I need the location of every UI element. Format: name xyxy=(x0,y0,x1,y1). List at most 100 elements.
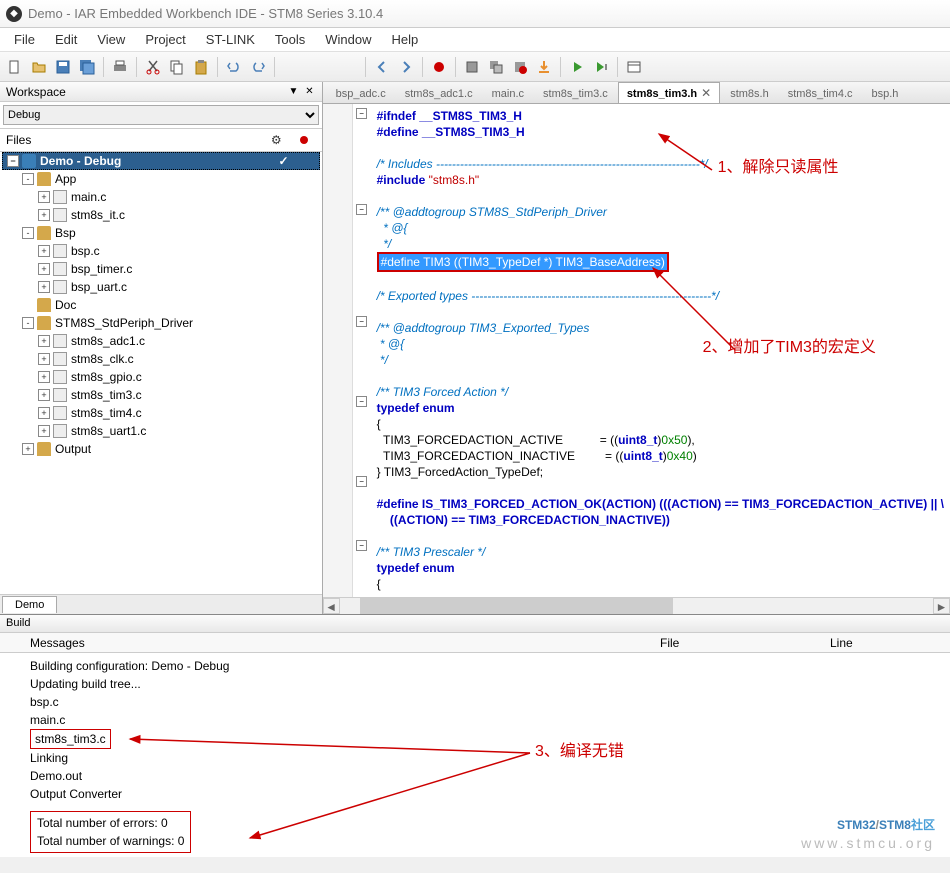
redo-icon[interactable] xyxy=(247,56,269,78)
menu-stlink[interactable]: ST-LINK xyxy=(196,29,265,50)
tree-item[interactable]: +main.c xyxy=(2,188,320,206)
tree-item[interactable]: -App xyxy=(2,170,320,188)
breakpoint-icon[interactable] xyxy=(428,56,450,78)
tree-item[interactable]: +stm8s_tim3.c xyxy=(2,386,320,404)
tree-item[interactable]: +bsp_timer.c xyxy=(2,260,320,278)
save-all-icon[interactable] xyxy=(76,56,98,78)
menu-edit[interactable]: Edit xyxy=(45,29,87,50)
toggle-icon[interactable]: + xyxy=(38,335,50,347)
print-icon[interactable] xyxy=(109,56,131,78)
options-icon[interactable] xyxy=(623,56,645,78)
tree-item[interactable]: - STM8S_StdPeriph_Driver xyxy=(2,314,320,332)
tree-item[interactable]: +stm8s_tim4.c xyxy=(2,404,320,422)
gear-icon[interactable]: ⚙ xyxy=(271,133,282,147)
toggle-icon[interactable]: + xyxy=(38,245,50,257)
toolbar xyxy=(0,52,950,82)
build2-icon[interactable] xyxy=(485,56,507,78)
toggle-icon[interactable]: + xyxy=(38,209,50,221)
debug-nodownload-icon[interactable] xyxy=(590,56,612,78)
editor-tab[interactable]: stm8s_tim4.c xyxy=(779,84,862,103)
new-file-icon[interactable] xyxy=(4,56,26,78)
menu-window[interactable]: Window xyxy=(315,29,381,50)
tree-label: STM8S_StdPeriph_Driver xyxy=(55,316,193,330)
tree-item[interactable]: +Output xyxy=(2,440,320,458)
build-msg: bsp.c xyxy=(30,693,920,711)
app-icon: ◆ xyxy=(6,6,22,22)
file-icon xyxy=(53,262,67,276)
menu-help[interactable]: Help xyxy=(382,29,429,50)
folder-icon xyxy=(37,226,51,240)
tree-item[interactable]: Doc xyxy=(2,296,320,314)
build-icon[interactable] xyxy=(461,56,483,78)
build-columns: Messages File Line xyxy=(0,633,950,653)
workspace-tab[interactable]: Demo xyxy=(2,596,57,613)
stop-build-icon[interactable] xyxy=(509,56,531,78)
editor-tab[interactable]: stm8s.h xyxy=(721,84,778,103)
fold-gutter[interactable]: − − − − − − xyxy=(353,104,371,597)
folder-icon xyxy=(37,442,51,456)
tree-item[interactable]: +stm8s_clk.c xyxy=(2,350,320,368)
build-msg: Linking xyxy=(30,749,920,767)
toggle-icon[interactable]: + xyxy=(38,425,50,437)
file-tree[interactable]: − Demo - Debug ✓ -App+main.c+stm8s_it.c-… xyxy=(0,152,322,594)
toggle-icon[interactable]: - xyxy=(22,317,34,329)
toggle-icon[interactable]: + xyxy=(38,353,50,365)
editor-tab[interactable]: stm8s_adc1.c xyxy=(396,84,482,103)
tree-root[interactable]: − Demo - Debug ✓ xyxy=(2,152,320,170)
editor-tab[interactable]: bsp.h xyxy=(863,84,908,103)
editor-tab[interactable]: main.c xyxy=(483,84,533,103)
tree-item[interactable]: + stm8s_adc1.c xyxy=(2,332,320,350)
tree-item[interactable]: +stm8s_it.c xyxy=(2,206,320,224)
menu-tools[interactable]: Tools xyxy=(265,29,315,50)
toggle-icon[interactable]: + xyxy=(38,263,50,275)
menu-file[interactable]: File xyxy=(4,29,45,50)
folder-icon xyxy=(37,298,51,312)
toggle-icon[interactable]: + xyxy=(38,389,50,401)
tree-item[interactable]: + bsp.c xyxy=(2,242,320,260)
cut-icon[interactable] xyxy=(142,56,164,78)
horizontal-scrollbar[interactable]: ◄► xyxy=(323,597,950,614)
toggle-icon[interactable] xyxy=(22,299,34,311)
tree-item[interactable]: + stm8s_uart1.c xyxy=(2,422,320,440)
tree-item[interactable]: +bsp_uart.c xyxy=(2,278,320,296)
file-icon xyxy=(53,406,67,420)
tree-item[interactable]: + stm8s_gpio.c xyxy=(2,368,320,386)
toggle-icon[interactable]: - xyxy=(22,227,34,239)
paste-icon[interactable] xyxy=(190,56,212,78)
panel-controls[interactable]: ▼ ✕ xyxy=(289,86,316,97)
debug-icon[interactable] xyxy=(566,56,588,78)
nav-fwd-icon[interactable] xyxy=(395,56,417,78)
save-icon[interactable] xyxy=(52,56,74,78)
tree-label: bsp.c xyxy=(71,244,100,258)
tree-label: stm8s_uart1.c xyxy=(71,424,146,438)
tree-label: stm8s_adc1.c xyxy=(71,334,145,348)
toggle-icon[interactable]: + xyxy=(38,407,50,419)
highlighted-define[interactable]: #define TIM3 ((TIM3_TypeDef *) TIM3_Base… xyxy=(377,252,669,272)
copy-icon[interactable] xyxy=(166,56,188,78)
project-icon xyxy=(22,154,36,168)
close-icon[interactable]: ✕ xyxy=(701,86,711,100)
menu-view[interactable]: View xyxy=(87,29,135,50)
toggle-icon[interactable]: - xyxy=(22,173,34,185)
config-select[interactable]: Debug xyxy=(3,105,319,125)
toggle-icon[interactable]: + xyxy=(38,281,50,293)
editor-tab[interactable]: stm8s_tim3.c xyxy=(534,84,617,103)
nav-back-icon[interactable] xyxy=(371,56,393,78)
download-icon[interactable] xyxy=(533,56,555,78)
file-icon xyxy=(53,208,67,222)
code-content[interactable]: #ifndef __STM8S_TIM3_H #define __STM8S_T… xyxy=(371,104,950,597)
code-editor[interactable]: − − − − − − #ifndef __STM8S_TIM3_H #defi… xyxy=(323,104,950,597)
open-icon[interactable] xyxy=(28,56,50,78)
undo-icon[interactable] xyxy=(223,56,245,78)
toggle-icon[interactable]: + xyxy=(38,191,50,203)
menu-project[interactable]: Project xyxy=(135,29,195,50)
build-summary-box: Total number of errors: 0 Total number o… xyxy=(30,811,191,853)
editor-tab[interactable]: stm8s_tim3.h✕ xyxy=(618,82,720,103)
editor-tab[interactable]: bsp_adc.c xyxy=(327,84,395,103)
build-messages[interactable]: Building configuration: Demo - Debug Upd… xyxy=(0,653,950,857)
tree-label: stm8s_gpio.c xyxy=(71,370,142,384)
toggle-icon[interactable]: + xyxy=(38,371,50,383)
toggle-icon[interactable]: + xyxy=(22,443,34,455)
tree-item[interactable]: -Bsp xyxy=(2,224,320,242)
menu-bar: File Edit View Project ST-LINK Tools Win… xyxy=(0,28,950,52)
